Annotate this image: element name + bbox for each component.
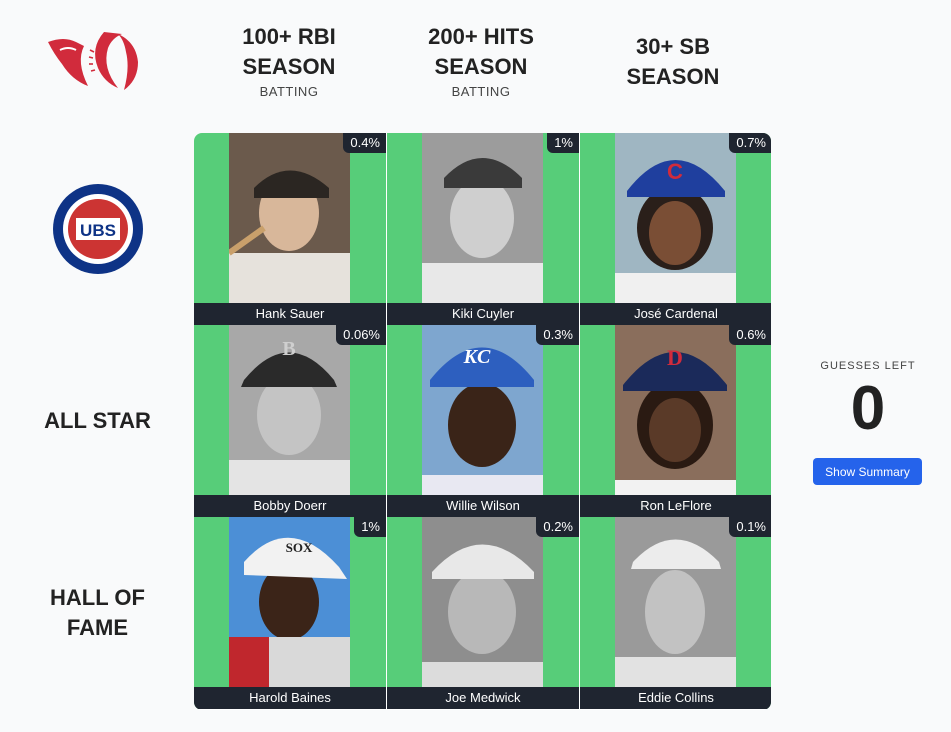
player-name: Kiki Cuyler bbox=[387, 303, 579, 325]
column-header-hits: 200+ HITS SEASON BATTING bbox=[386, 22, 576, 99]
rarity-badge: 0.7% bbox=[729, 133, 771, 153]
immaculate-grid: 0.4% Hank Sauer 1% Kiki Cuyler C 0.7% Jo… bbox=[194, 133, 771, 710]
svg-text:KC: KC bbox=[463, 346, 491, 368]
column-title: SEASON bbox=[434, 54, 528, 79]
grid-cell[interactable]: D 0.6% Ron LeFlore bbox=[580, 325, 771, 517]
player-name: Harold Baines bbox=[194, 687, 386, 709]
row-header-all-star: ALL STAR bbox=[0, 325, 195, 517]
grid-cell[interactable]: 0.1% Eddie Collins bbox=[580, 517, 771, 709]
column-title: SEASON bbox=[242, 54, 336, 79]
column-title: 100+ RBI bbox=[242, 24, 336, 49]
grid-cell[interactable]: 1% Kiki Cuyler bbox=[387, 133, 579, 325]
guesses-left-label: GUESSES LEFT bbox=[820, 360, 916, 372]
player-photo: D bbox=[615, 325, 736, 495]
guesses-left-count: 0 bbox=[850, 374, 886, 443]
player-photo: B bbox=[229, 325, 350, 495]
rarity-badge: 1% bbox=[547, 133, 579, 153]
player-name: Joe Medwick bbox=[387, 687, 579, 709]
svg-text:D: D bbox=[667, 345, 683, 370]
column-header-rbi: 100+ RBI SEASON BATTING bbox=[194, 22, 384, 99]
row-title: ALL STAR bbox=[44, 408, 151, 433]
grid-cell[interactable]: C 0.7% José Cardenal bbox=[580, 133, 771, 325]
grid-cell[interactable]: 0.2% Joe Medwick bbox=[387, 517, 579, 709]
site-logo[interactable] bbox=[46, 28, 140, 92]
player-photo bbox=[615, 517, 736, 687]
guesses-panel: GUESSES LEFT 0 bbox=[808, 360, 928, 444]
player-photo bbox=[229, 133, 350, 303]
row-title: FAME bbox=[66, 615, 129, 640]
column-title: SEASON bbox=[626, 64, 720, 89]
rarity-badge: 0.2% bbox=[536, 517, 579, 537]
player-name: Ron LeFlore bbox=[580, 495, 771, 517]
column-title: 30+ SB bbox=[636, 34, 710, 59]
player-photo bbox=[422, 133, 543, 303]
player-photo bbox=[422, 517, 543, 687]
grid-cell[interactable]: B 0.06% Bobby Doerr bbox=[194, 325, 386, 517]
baseball-logo-icon bbox=[48, 32, 138, 90]
grid-cell[interactable]: KC 0.3% Willie Wilson bbox=[387, 325, 579, 517]
rarity-badge: 0.1% bbox=[729, 517, 771, 537]
rarity-badge: 0.6% bbox=[729, 325, 771, 345]
svg-text:B: B bbox=[282, 338, 295, 360]
svg-text:C: C bbox=[667, 159, 683, 184]
row-header-hall-of-fame: HALL OF FAME bbox=[0, 517, 195, 709]
rarity-badge: 0.06% bbox=[336, 325, 386, 345]
player-photo: C bbox=[615, 133, 736, 303]
player-name: Hank Sauer bbox=[194, 303, 386, 325]
svg-text:SOX: SOX bbox=[286, 540, 313, 555]
grid-cell[interactable]: SOX 1% Harold Baines bbox=[194, 517, 386, 709]
player-name: Eddie Collins bbox=[580, 687, 771, 709]
player-photo: KC bbox=[422, 325, 543, 495]
player-name: José Cardenal bbox=[580, 303, 771, 325]
column-title: 200+ HITS bbox=[428, 24, 534, 49]
column-header-sb: 30+ SB SEASON bbox=[578, 32, 768, 92]
rarity-badge: 0.3% bbox=[536, 325, 579, 345]
svg-text:UBS: UBS bbox=[80, 221, 116, 240]
rarity-badge: 0.4% bbox=[343, 133, 386, 153]
row-title: HALL OF bbox=[50, 585, 145, 610]
player-photo: SOX bbox=[229, 517, 350, 687]
player-name: Willie Wilson bbox=[387, 495, 579, 517]
column-subtitle: BATTING bbox=[259, 84, 319, 99]
column-subtitle: BATTING bbox=[451, 84, 511, 99]
row-header-cubs: UBS bbox=[0, 133, 195, 325]
player-name: Bobby Doerr bbox=[194, 495, 386, 517]
rarity-badge: 1% bbox=[354, 517, 386, 537]
grid-cell[interactable]: 0.4% Hank Sauer bbox=[194, 133, 386, 325]
cubs-logo-icon: UBS bbox=[52, 184, 143, 274]
show-summary-button[interactable]: Show Summary bbox=[813, 458, 922, 485]
